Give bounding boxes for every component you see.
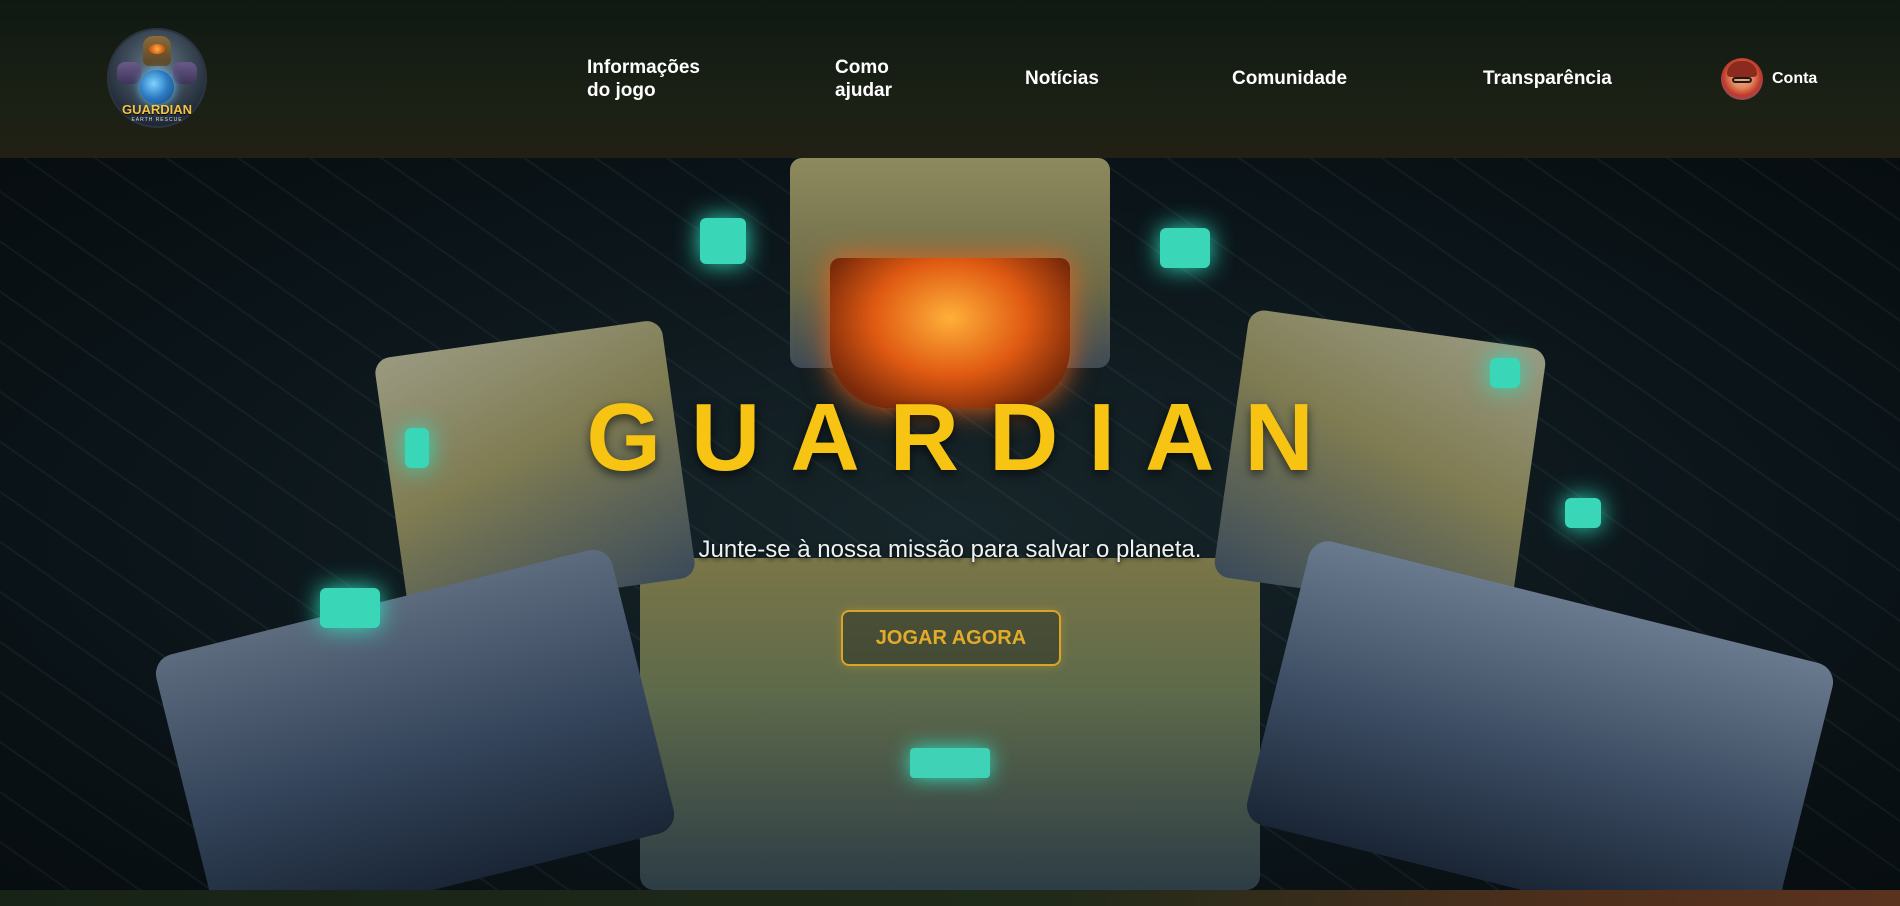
robot-chest [640, 558, 1260, 890]
guardian-logo[interactable]: GUARDIAN EARTH RESCUE [107, 28, 207, 128]
hero-subtitle: Junte-se à nossa missão para salvar o pl… [698, 536, 1202, 563]
robot-core [910, 748, 990, 778]
play-now-button[interactable]: JOGAR AGORA [841, 610, 1061, 666]
account-menu[interactable]: Conta [1721, 58, 1817, 100]
avatar-hair [1727, 61, 1757, 77]
cyan-light-right [1160, 228, 1210, 268]
logo-title: GUARDIAN [121, 102, 193, 117]
logo-shoulder-right [173, 62, 197, 84]
logo-visor-icon [149, 44, 165, 54]
avatar-glasses [1732, 77, 1752, 83]
nav-como-ajudar[interactable]: Como ajudar [835, 56, 925, 102]
avatar-icon [1721, 58, 1763, 100]
hero-section: GUARDIAN Junte-se à nossa missão para sa… [0, 158, 1900, 890]
cyan-light-left [700, 218, 746, 264]
logo-subtitle: EARTH RESCUE [131, 117, 183, 123]
account-label: Conta [1772, 70, 1818, 87]
logo-globe-icon [140, 70, 174, 104]
nav-transparencia[interactable]: Transparência [1483, 67, 1612, 90]
nav-noticias[interactable]: Notícias [1025, 67, 1099, 90]
logo-shoulder-left [117, 62, 141, 84]
hero-title: GUARDIAN [586, 384, 1344, 491]
cyan-light-arm-right [1565, 498, 1601, 528]
cyan-light-arm-left [320, 588, 380, 628]
nav-comunidade[interactable]: Comunidade [1232, 67, 1347, 90]
nav-informacoes-do-jogo[interactable]: Informações do jogo [587, 56, 727, 102]
site-header: GUARDIAN EARTH RESCUE Informações do jog… [0, 0, 1900, 158]
next-section-edge [0, 890, 1900, 906]
